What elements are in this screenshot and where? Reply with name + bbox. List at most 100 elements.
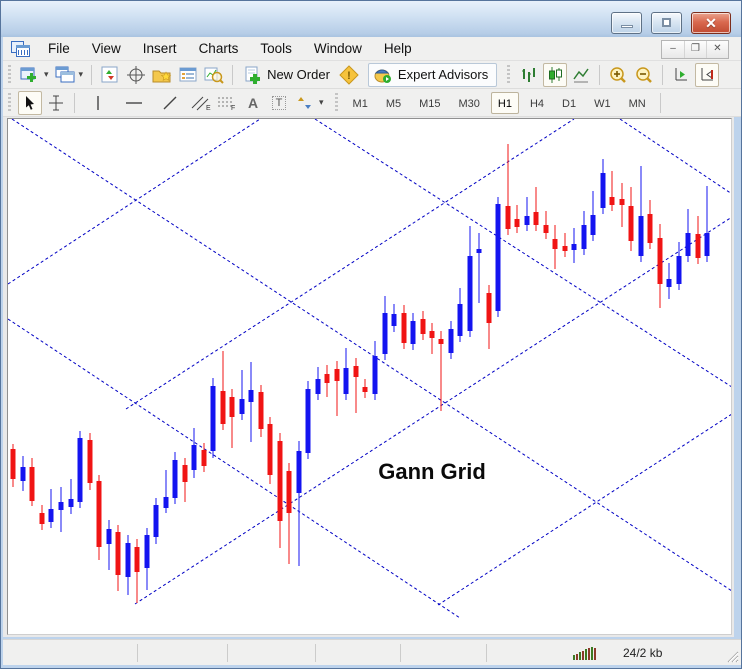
candle-body — [49, 509, 54, 522]
candle-body — [192, 445, 197, 470]
minimize-button[interactable] — [611, 12, 642, 34]
new-order-label: New Order — [267, 67, 330, 82]
timeframe-buttons: M1M5M15M30H1H4D1W1MN — [344, 92, 655, 114]
timeframe-w1[interactable]: W1 — [587, 92, 618, 114]
candle-body — [240, 399, 245, 414]
candle-body — [373, 356, 378, 394]
trendline-tool-button[interactable] — [158, 91, 182, 115]
data-window-button[interactable] — [124, 63, 148, 87]
close-button[interactable]: ✕ — [691, 12, 731, 34]
text-label-tool-button[interactable]: T — [267, 91, 291, 115]
menu-view[interactable]: View — [81, 38, 132, 60]
new-chart-button[interactable] — [18, 63, 42, 87]
timeframe-m1[interactable]: M1 — [346, 92, 375, 114]
candle-body — [525, 216, 530, 225]
price-chart[interactable]: Gann Grid — [7, 118, 732, 635]
gann-grid-line[interactable] — [8, 119, 260, 284]
timeframe-m5[interactable]: M5 — [379, 92, 408, 114]
candle-body — [135, 547, 140, 572]
child-minimize-button[interactable]: – — [662, 41, 684, 58]
gann-grid-line[interactable] — [12, 119, 731, 593]
candle-body — [658, 238, 663, 284]
new-chart-dropdown-icon[interactable]: ▾ — [44, 69, 49, 80]
resize-grip[interactable] — [725, 649, 739, 663]
chart-area: Gann Grid — [3, 117, 734, 637]
timeframe-h4[interactable]: H4 — [523, 92, 551, 114]
child-restore-button[interactable]: ❐ — [684, 41, 706, 58]
candle-body — [686, 233, 691, 256]
candle-body — [116, 532, 121, 575]
candle-body — [78, 438, 83, 502]
candle-body — [383, 313, 388, 354]
candle-body — [363, 387, 368, 392]
new-order-button[interactable]: New Order — [239, 63, 335, 87]
timeframe-h1[interactable]: H1 — [491, 92, 519, 114]
candle-body — [278, 441, 283, 521]
candle-body — [392, 314, 397, 326]
gann-grid-line[interactable] — [315, 119, 731, 389]
menu-items: FileViewInsertChartsToolsWindowHelp — [37, 38, 423, 60]
candle-body — [553, 239, 558, 249]
menu-help[interactable]: Help — [373, 38, 423, 60]
strategy-tester-button[interactable] — [202, 63, 226, 87]
metaeditor-button[interactable]: ! — [337, 63, 361, 87]
separator — [662, 65, 663, 85]
profiles-button[interactable] — [53, 63, 77, 87]
menu-window[interactable]: Window — [303, 38, 373, 60]
expert-advisors-label: Expert Advisors — [398, 67, 488, 82]
candle-body — [316, 379, 321, 394]
fibonacci-tool-button[interactable]: F — [215, 91, 239, 115]
title-bar[interactable]: ✕ — [1, 1, 742, 37]
timeframe-m15[interactable]: M15 — [412, 92, 447, 114]
gann-grid-label[interactable]: Gann Grid — [378, 459, 486, 484]
candle-body — [544, 225, 549, 233]
candle-body — [582, 225, 587, 249]
market-watch-button[interactable] — [98, 63, 122, 87]
candle-body — [306, 389, 311, 453]
candle-body — [601, 173, 606, 208]
crosshair-tool-button[interactable] — [44, 91, 68, 115]
equidistant-channel-tool-button[interactable]: E — [189, 91, 213, 115]
timeframe-mn[interactable]: MN — [622, 92, 653, 114]
terminal-button[interactable] — [176, 63, 200, 87]
toolbar-grip[interactable] — [8, 65, 11, 85]
gann-grid-line[interactable] — [438, 412, 731, 605]
gann-grid-line[interactable] — [126, 119, 574, 409]
bar-chart-type-button[interactable] — [517, 63, 541, 87]
profiles-dropdown-icon[interactable]: ▾ — [79, 69, 84, 80]
text-tool-button[interactable]: A — [241, 91, 265, 115]
chart-shift-button[interactable] — [695, 63, 719, 87]
candle-body — [287, 471, 292, 513]
toolbar-grip[interactable] — [335, 93, 338, 113]
menu-file[interactable]: File — [37, 38, 81, 60]
menu-charts[interactable]: Charts — [188, 38, 250, 60]
candle-body — [126, 543, 131, 577]
auto-scroll-button[interactable] — [669, 63, 693, 87]
zoom-in-button[interactable] — [606, 63, 630, 87]
maximize-button[interactable] — [651, 12, 682, 34]
candle-body — [154, 505, 159, 537]
arrows-dropdown-icon[interactable]: ▾ — [319, 97, 324, 108]
candle-body — [335, 369, 340, 381]
expert-advisors-button[interactable]: Expert Advisors — [368, 63, 497, 87]
menu-insert[interactable]: Insert — [132, 38, 188, 60]
cursor-tool-button[interactable] — [18, 91, 42, 115]
gann-grid-line[interactable] — [620, 119, 731, 196]
zoom-out-button[interactable] — [632, 63, 656, 87]
child-close-button[interactable]: ✕ — [706, 41, 728, 58]
candlestick-chart-type-button[interactable] — [543, 63, 567, 87]
chart-window-icon[interactable] — [11, 41, 31, 57]
line-chart-type-button[interactable] — [569, 63, 593, 87]
candle-body — [439, 339, 444, 344]
horizontal-line-tool-button[interactable] — [122, 91, 146, 115]
timeframe-m30[interactable]: M30 — [452, 92, 487, 114]
menu-tools[interactable]: Tools — [249, 38, 303, 60]
candle-body — [249, 390, 254, 402]
vertical-line-tool-button[interactable] — [86, 91, 110, 115]
timeframe-d1[interactable]: D1 — [555, 92, 583, 114]
toolbar-grip[interactable] — [8, 93, 11, 113]
candle-body — [639, 216, 644, 256]
arrows-tool-button[interactable] — [293, 91, 317, 115]
toolbar-grip[interactable] — [507, 65, 510, 85]
navigator-button[interactable] — [150, 63, 174, 87]
